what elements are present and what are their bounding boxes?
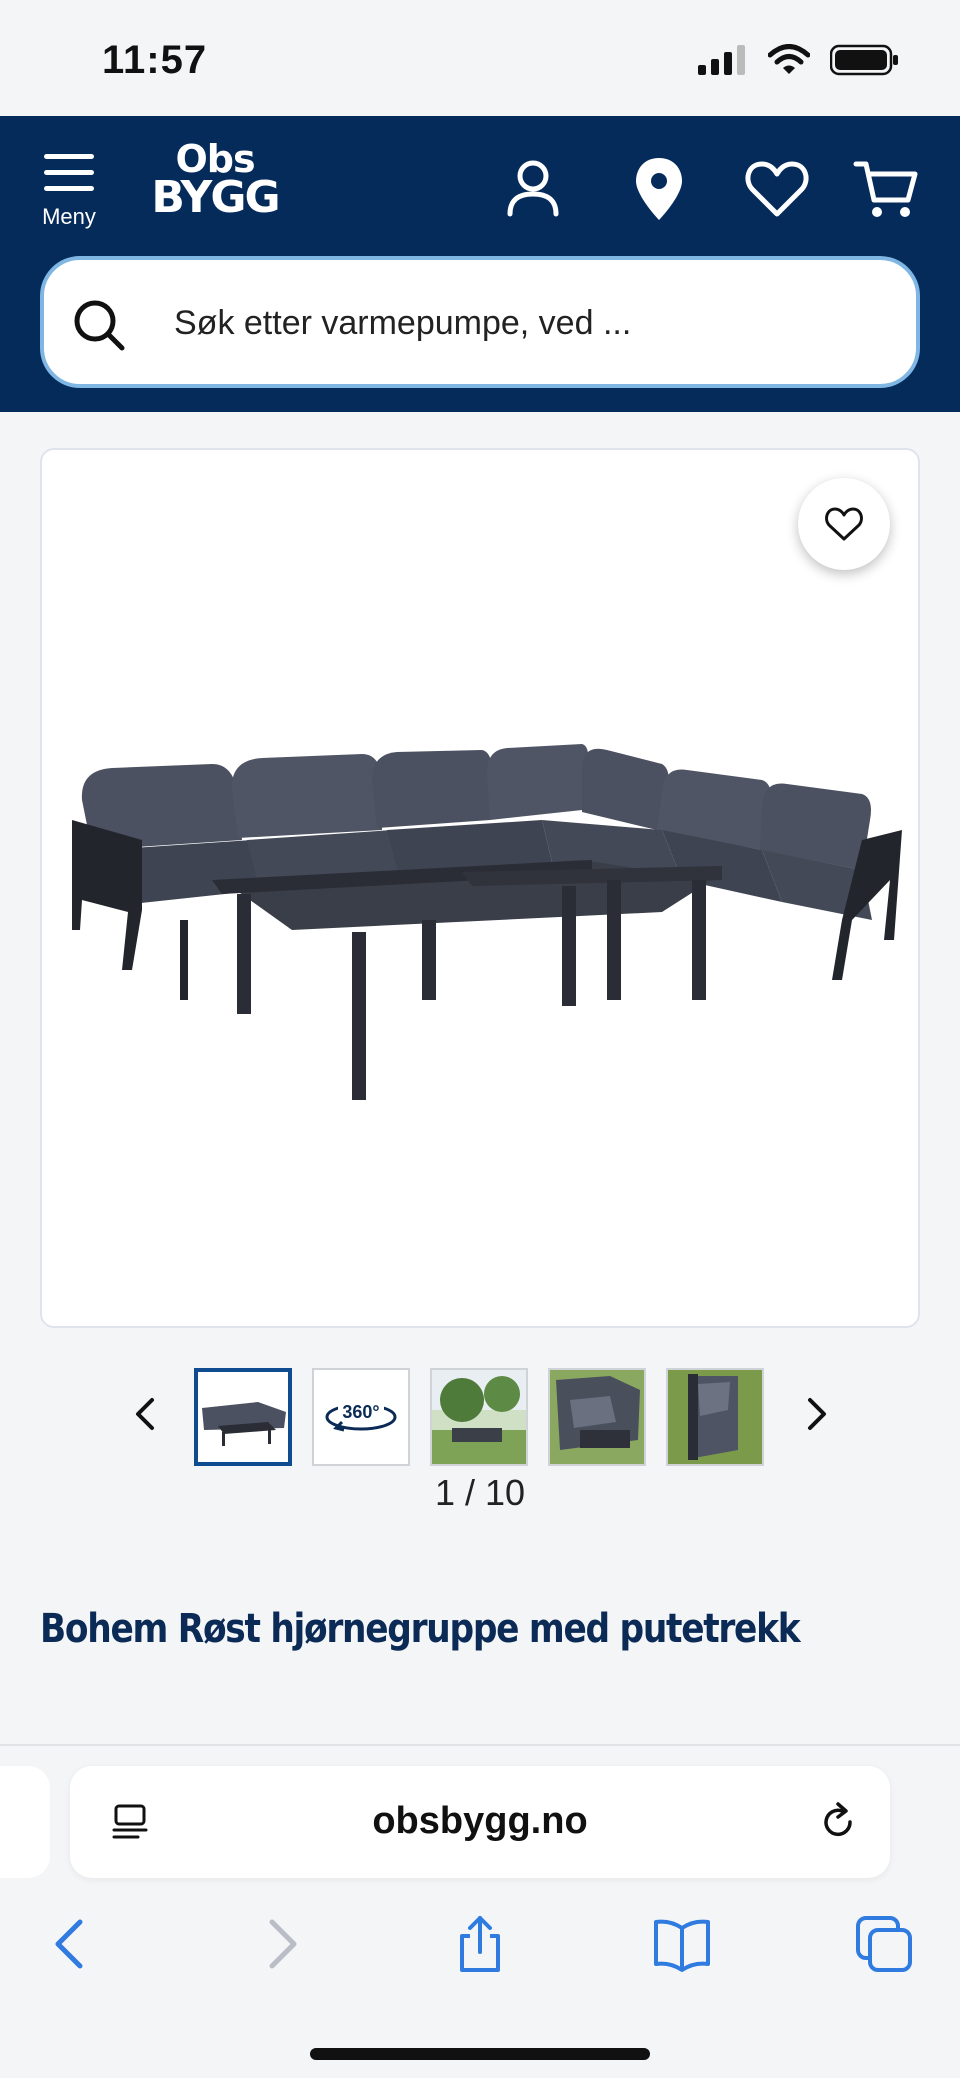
search-input[interactable]: Søk etter varmepumpe, ved ... — [40, 256, 920, 388]
search-icon — [74, 300, 125, 351]
menu-button[interactable]: Meny — [36, 154, 102, 244]
thumbnail-armrest-image — [668, 1370, 762, 1464]
heart-outline-icon — [825, 507, 863, 541]
reload-icon[interactable] — [816, 1800, 860, 1844]
thumbnail-3[interactable] — [430, 1368, 528, 1466]
status-icons — [698, 44, 900, 76]
hamburger-icon — [44, 154, 94, 202]
product-image — [72, 744, 902, 1100]
thumbnail-360[interactable]: 360° — [312, 1368, 410, 1466]
product-image-card[interactable] — [40, 448, 920, 1328]
search-placeholder: Søk etter varmepumpe, ved ... — [174, 304, 632, 342]
home-indicator — [310, 2048, 650, 2060]
location-pin-icon[interactable] — [624, 154, 694, 224]
product-title: Bohem Røst hjørnegruppe med putetrekk — [40, 1606, 801, 1652]
site-header: Meny Obs BYGG Søk etter varmepumpe, ved … — [0, 116, 960, 412]
status-time: 11:57 — [102, 38, 208, 82]
image-counter: 1 / 10 — [434, 1472, 526, 1513]
thumbnail-4[interactable] — [548, 1368, 646, 1466]
address-bar[interactable]: obsbygg.no — [70, 1766, 890, 1878]
cellular-signal-icon — [698, 45, 745, 75]
menu-label: Meny — [42, 204, 96, 229]
previous-tab-preview[interactable] — [0, 1766, 50, 1878]
chevron-right-icon[interactable] — [796, 1394, 836, 1434]
url-text: obsbygg.no — [372, 1800, 588, 1842]
tabs-icon[interactable] — [854, 1914, 914, 1974]
thumbnail-strip: 360° — [0, 1364, 960, 1466]
browser-toolbar: obsbygg.no — [0, 1744, 960, 2078]
logo-line2: BYGG — [151, 172, 280, 223]
thumbnail-closeup-image — [550, 1370, 644, 1464]
chevron-left-icon[interactable] — [126, 1394, 166, 1434]
share-icon[interactable] — [450, 1914, 510, 1974]
wifi-icon — [768, 44, 810, 74]
heart-icon[interactable] — [742, 154, 812, 224]
logo[interactable]: Obs BYGG — [150, 140, 280, 220]
battery-icon — [830, 44, 898, 76]
forward-icon[interactable] — [250, 1914, 310, 1974]
svg-text:360°: 360° — [342, 1402, 379, 1422]
back-icon[interactable] — [42, 1914, 102, 1974]
bookmarks-icon[interactable] — [652, 1914, 712, 1974]
thumbnail-garden-image — [432, 1370, 526, 1464]
status-bar: 11:57 — [0, 0, 960, 116]
user-icon[interactable] — [498, 154, 568, 224]
thumbnail-1[interactable] — [194, 1368, 292, 1466]
rotate-360-icon: 360° — [325, 1402, 397, 1432]
thumbnail-sofa-image — [198, 1372, 288, 1462]
thumbnail-5[interactable] — [666, 1368, 764, 1466]
cart-icon[interactable] — [852, 154, 922, 224]
favorite-button[interactable] — [798, 478, 890, 570]
